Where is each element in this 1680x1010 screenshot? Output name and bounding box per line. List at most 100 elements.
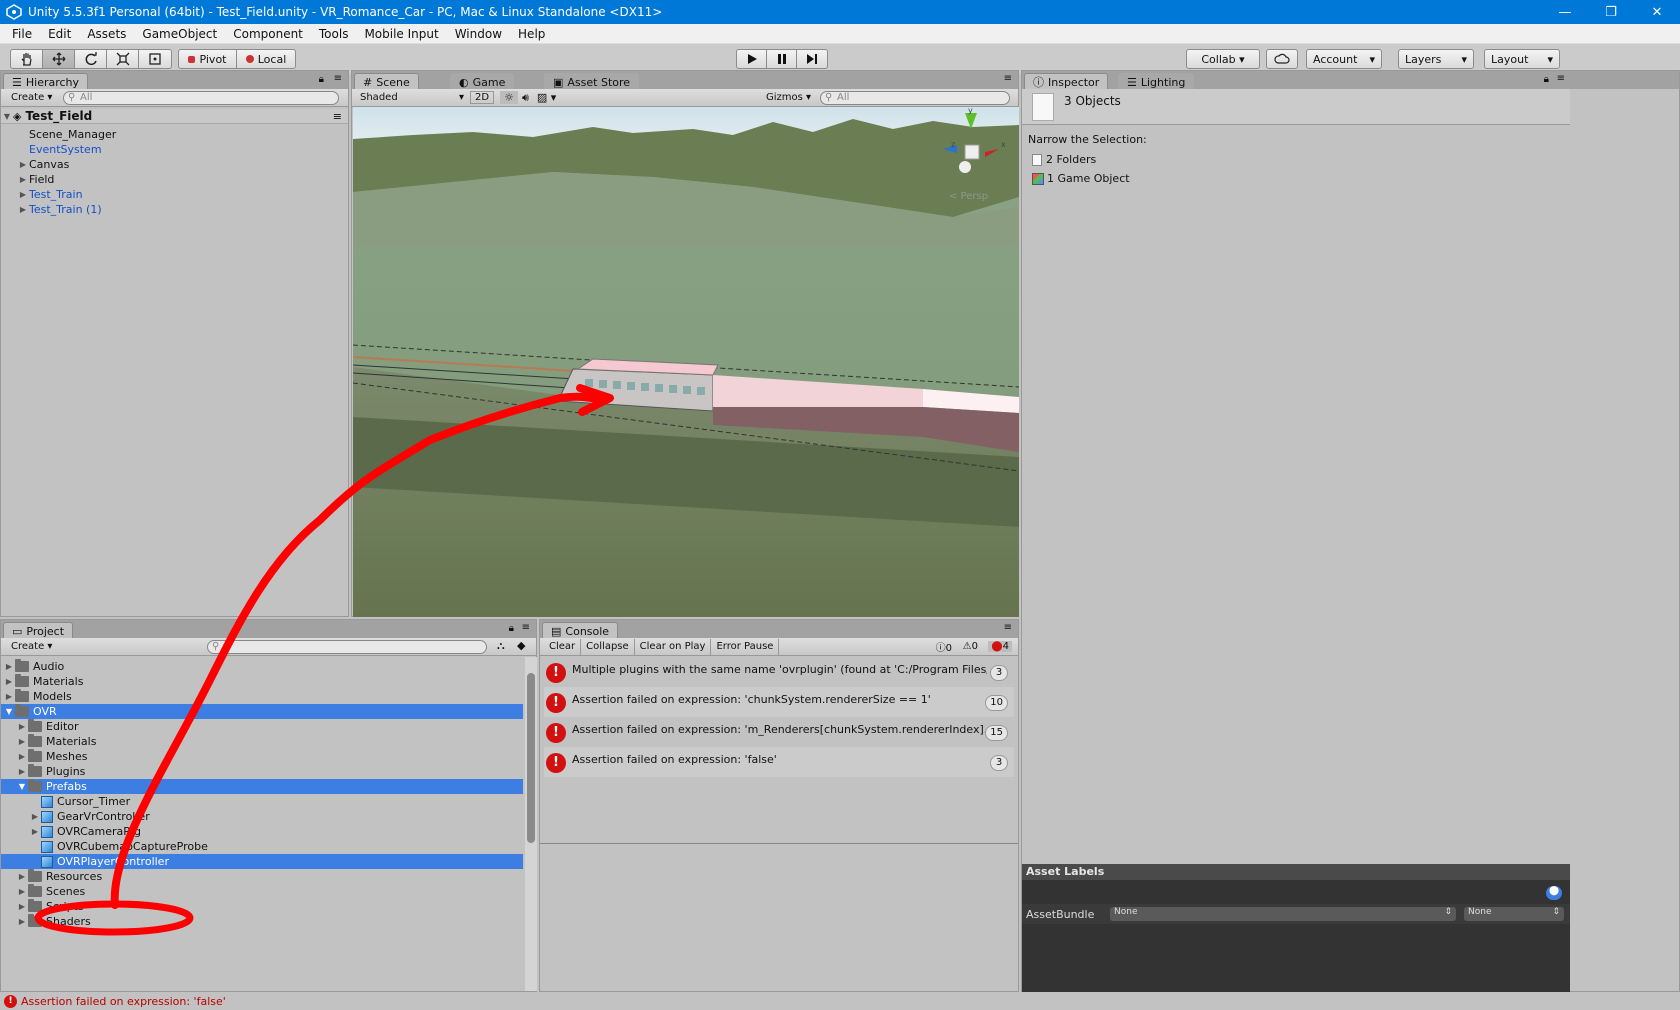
project-item[interactable]: ▶ Scenes [1, 884, 523, 899]
expand-arrow-icon[interactable]: ▶ [16, 722, 28, 731]
tag-icon[interactable]: ⬤ [1546, 886, 1562, 900]
panel-menu-icon[interactable]: ≡ [1557, 73, 1565, 84]
project-item[interactable]: ▶ Audio [1, 659, 523, 674]
expand-arrow-icon[interactable]: ▼ [3, 707, 15, 716]
menu-window[interactable]: Window [447, 27, 510, 41]
menu-help[interactable]: Help [510, 27, 553, 41]
project-create-button[interactable]: Create ▾ [7, 641, 56, 652]
expand-arrow-icon[interactable]: ▶ [16, 917, 28, 926]
console-entry[interactable]: ! Multiple plugins with the same name 'ov… [544, 657, 1014, 687]
scene-viewport[interactable]: y z x < Persp [353, 107, 1019, 617]
hierarchy-create-button[interactable]: Create ▾ [7, 92, 56, 103]
tab-lighting[interactable]: ☰ Lighting [1118, 73, 1195, 90]
menu-file[interactable]: File [4, 27, 40, 41]
expand-arrow-icon[interactable]: ▶ [3, 677, 15, 686]
expand-arrow-icon[interactable]: ▶ [17, 160, 29, 169]
project-item[interactable]: OVRCubemapCaptureProbe [1, 839, 523, 854]
project-item[interactable]: ▶ Meshes [1, 749, 523, 764]
selection-item-folders[interactable]: 2 Folders [1032, 153, 1096, 166]
tab-console[interactable]: ▤ Console [542, 622, 619, 639]
scene-search-input[interactable]: ⚲ All [820, 91, 1010, 105]
panel-menu-icon[interactable]: ≡ [1004, 73, 1012, 84]
step-button[interactable] [797, 50, 827, 68]
lock-icon[interactable]: 🔒︎ [319, 74, 324, 85]
rotate-tool-button[interactable] [75, 50, 107, 68]
layout-dropdown[interactable]: Layout ▾ [1484, 49, 1560, 69]
scene-menu-icon[interactable]: ≡ [333, 110, 342, 123]
error-pause-button[interactable]: Error Pause [711, 638, 780, 655]
tab-hierarchy[interactable]: ☰ Hierarchy [3, 73, 89, 90]
expand-arrow-icon[interactable]: ▶ [16, 752, 28, 761]
panel-menu-icon[interactable]: ≡ [334, 73, 342, 84]
tab-project[interactable]: ▭ Project [3, 622, 74, 639]
project-scrollbar[interactable] [525, 657, 537, 991]
lock-icon[interactable]: 🔒︎ [509, 623, 514, 634]
maximize-button[interactable]: ❐ [1588, 0, 1634, 24]
info-filter-toggle[interactable]: ⓘ0 [936, 639, 952, 654]
collab-button[interactable]: Collab ▾ [1186, 49, 1260, 69]
expand-arrow-icon[interactable]: ▶ [16, 887, 28, 896]
panel-menu-icon[interactable]: ≡ [1004, 622, 1012, 633]
project-item[interactable]: ▶ Scripts [1, 899, 523, 914]
persp-label[interactable]: < Persp [949, 191, 988, 202]
clear-on-play-button[interactable]: Clear on Play [635, 638, 712, 655]
hierarchy-item[interactable]: ▶ Field [1, 172, 348, 187]
project-item[interactable]: ▶ Models [1, 689, 523, 704]
hierarchy-item[interactable]: ▶ Test_Train [1, 187, 348, 202]
panel-menu-icon[interactable]: ≡ [522, 622, 530, 633]
gizmos-dropdown[interactable]: Gizmos ▾ [766, 92, 811, 103]
console-entry[interactable]: ! Assertion failed on expression: 'm_Rend… [544, 717, 1014, 747]
expand-arrow-icon[interactable]: ▶ [29, 827, 41, 836]
expand-arrow-icon[interactable]: ▶ [16, 767, 28, 776]
shading-dropdown[interactable]: Shaded ▾ [360, 92, 464, 103]
tab-game[interactable]: ◐ Game [450, 73, 515, 90]
project-item[interactable]: ▶ Materials [1, 734, 523, 749]
expand-arrow-icon[interactable]: ▶ [16, 737, 28, 746]
scale-tool-button[interactable] [107, 50, 139, 68]
tab-asset-store[interactable]: ▣ Asset Store [544, 73, 640, 90]
project-item[interactable]: ▶ Editor [1, 719, 523, 734]
expand-arrow-icon[interactable]: ▶ [29, 812, 41, 821]
expand-arrow-icon[interactable]: ▶ [3, 692, 15, 701]
expand-arrow-icon[interactable]: ▼ [1, 112, 13, 121]
menu-mobile-input[interactable]: Mobile Input [356, 27, 446, 41]
console-entry[interactable]: ! Assertion failed on expression: 'chunkS… [544, 687, 1014, 717]
project-item[interactable]: ▶ Plugins [1, 764, 523, 779]
hand-tool-button[interactable] [11, 50, 43, 68]
cloud-button[interactable] [1266, 49, 1298, 69]
project-search-input[interactable]: ⚲ [207, 640, 487, 654]
menu-component[interactable]: Component [225, 27, 311, 41]
expand-arrow-icon[interactable]: ▼ [16, 782, 28, 791]
filter-label-icon[interactable]: ◆ [517, 639, 525, 652]
project-item[interactable]: Cursor_Timer [1, 794, 523, 809]
play-button[interactable] [737, 50, 767, 68]
tab-scene[interactable]: # Scene [354, 73, 419, 90]
project-item[interactable]: ▶ Resources [1, 869, 523, 884]
hierarchy-search-input[interactable]: ⚲ All [63, 91, 339, 105]
scrollbar-thumb[interactable] [527, 673, 535, 843]
scene-render[interactable]: y z x < Persp [353, 107, 1019, 617]
move-tool-button[interactable] [43, 50, 75, 68]
pivot-button[interactable]: Pivot [179, 50, 237, 68]
lighting-toggle[interactable]: ☼ [500, 91, 518, 104]
hierarchy-item[interactable]: ▶ Test_Train (1) [1, 202, 348, 217]
audio-toggle[interactable]: 🔊︎ [522, 91, 529, 105]
pause-button[interactable] [767, 50, 797, 68]
asset-bundle-dropdown[interactable]: None ⇕ [1110, 907, 1456, 921]
tab-inspector[interactable]: ⓘ Inspector [1024, 73, 1109, 90]
expand-arrow-icon[interactable]: ▶ [16, 872, 28, 881]
rect-tool-button[interactable] [139, 50, 171, 68]
close-button[interactable]: ✕ [1634, 0, 1680, 24]
account-dropdown[interactable]: Account ▾ [1306, 49, 1382, 69]
expand-arrow-icon[interactable]: ▶ [16, 902, 28, 911]
project-item[interactable]: ▼ Prefabs [1, 779, 523, 794]
filter-type-icon[interactable]: ⛬ [497, 639, 505, 653]
project-item[interactable]: OVRPlayerController [1, 854, 523, 869]
minimize-button[interactable]: — [1542, 0, 1588, 24]
menu-edit[interactable]: Edit [40, 27, 79, 41]
project-item[interactable]: ▶ Shaders [1, 914, 523, 929]
scene-header[interactable]: ▼ ◈ Test_Field ≡ [1, 109, 348, 124]
project-item[interactable]: ▼ OVR [1, 704, 523, 719]
project-item[interactable]: ▶ GearVrController [1, 809, 523, 824]
status-bar[interactable]: ! Assertion failed on expression: 'false… [0, 992, 1680, 1010]
